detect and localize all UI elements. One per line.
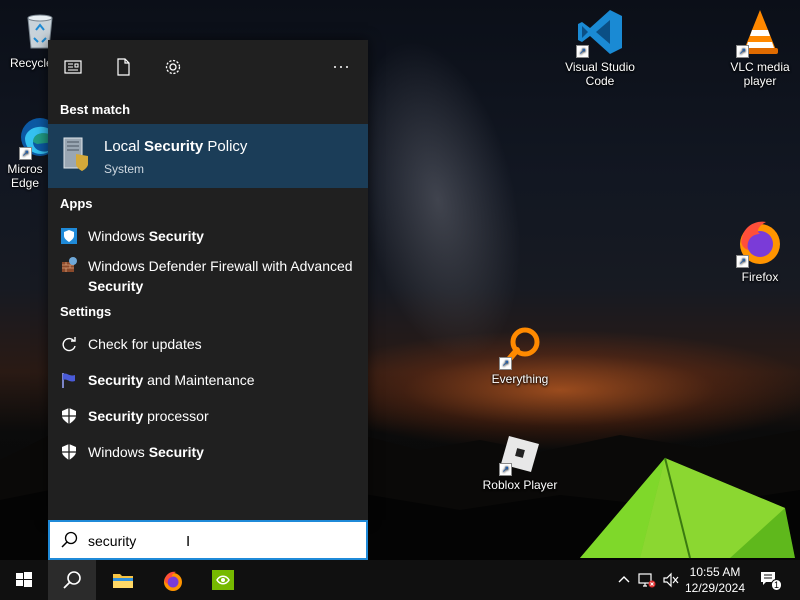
refresh-icon xyxy=(60,335,78,353)
desktop-icon-vlc[interactable]: ↗ VLC media player xyxy=(720,8,800,88)
shield-icon xyxy=(60,443,78,461)
roblox-icon: ↗ xyxy=(499,432,541,476)
gear-icon[interactable] xyxy=(164,58,184,78)
shortcut-arrow-icon: ↗ xyxy=(499,357,512,370)
desktop-icon-firefox[interactable]: ↗ Firefox xyxy=(720,218,800,284)
desktop-icon-roblox[interactable]: ↗ Roblox Player xyxy=(480,432,560,492)
shortcut-arrow-icon: ↗ xyxy=(736,255,749,268)
shield-icon xyxy=(60,227,78,245)
setting-result-security-and-maintenance[interactable]: Security and Maintenance xyxy=(48,362,368,398)
result-label: Windows Security xyxy=(88,228,204,244)
nvidia-taskbar-button[interactable] xyxy=(198,560,246,600)
everything-search-icon: ↗ xyxy=(499,326,541,370)
setting-result-check-for-updates[interactable]: Check for updates xyxy=(48,326,368,362)
file-explorer-button[interactable] xyxy=(98,560,146,600)
vscode-icon: ↗ xyxy=(576,8,624,58)
notification-icon[interactable]: 1 xyxy=(760,571,783,591)
desktop-icon-label: Micros Edge xyxy=(7,162,43,190)
firefox-taskbar-button[interactable] xyxy=(148,560,196,600)
desktop-icon-label: VLC media player xyxy=(730,60,790,88)
firefox-icon: ↗ xyxy=(736,218,784,268)
network-icon[interactable] xyxy=(638,572,656,588)
desktop-icon-label: Firefox xyxy=(741,270,779,284)
search-input[interactable] xyxy=(88,530,308,552)
search-icon xyxy=(60,531,78,549)
setting-result-windows-security[interactable]: Windows Security xyxy=(48,434,368,470)
settings-header: Settings xyxy=(60,304,112,319)
setting-result-security-processor[interactable]: Security processor xyxy=(48,398,368,434)
desktop-icon-everything[interactable]: ↗ Everything xyxy=(480,326,560,386)
nvidia-icon xyxy=(212,570,234,590)
shortcut-arrow-icon: ↗ xyxy=(19,147,32,160)
best-match-subtitle: System xyxy=(104,162,145,176)
search-results-panel: Best match Local Security Policy System … xyxy=(48,40,368,520)
best-match-local-security-policy[interactable]: Local Security Policy System xyxy=(48,124,368,188)
search-box[interactable]: I xyxy=(48,520,368,560)
result-label: Security processor xyxy=(88,408,209,424)
apps-header: Apps xyxy=(60,196,93,211)
desktop-icon-label: Everything xyxy=(491,372,549,386)
shortcut-arrow-icon: ↗ xyxy=(736,45,749,58)
search-icon xyxy=(63,571,81,589)
vlc-icon: ↗ xyxy=(736,8,784,58)
result-label: Windows Defender Firewall with Advanced … xyxy=(88,258,353,294)
start-button[interactable] xyxy=(0,560,48,600)
shortcut-arrow-icon: ↗ xyxy=(576,45,589,58)
clock-date: 12/29/2024 xyxy=(684,581,746,595)
app-result-windows-security[interactable]: Windows Security xyxy=(48,218,368,254)
clock-time: 10:55 AM xyxy=(689,565,741,579)
notification-count: 1 xyxy=(771,579,783,591)
firewall-icon xyxy=(60,256,78,274)
file-explorer-icon xyxy=(113,574,133,588)
best-match-header: Best match xyxy=(60,102,131,117)
volume-muted-icon[interactable] xyxy=(662,572,679,588)
result-label: Check for updates xyxy=(88,336,202,352)
shield-icon xyxy=(60,407,78,425)
search-panel-toolbar xyxy=(48,40,368,96)
firefox-icon xyxy=(164,571,182,591)
taskbar: 10:55 AM 12/29/2024 1 xyxy=(0,560,800,600)
best-match-title: Local Security Policy xyxy=(104,138,248,155)
text-cursor-icon: I xyxy=(186,533,191,550)
shortcut-arrow-icon: ↗ xyxy=(499,463,512,476)
result-label: Windows Security xyxy=(88,444,204,460)
desktop-icon-vscode[interactable]: ↗ Visual Studio Code xyxy=(560,8,640,88)
news-icon[interactable] xyxy=(64,58,84,78)
search-taskbar-button[interactable] xyxy=(48,560,96,600)
document-icon[interactable] xyxy=(114,58,134,78)
desktop-icon-label: Visual Studio Code xyxy=(565,60,635,88)
more-icon[interactable] xyxy=(332,58,352,78)
app-result-defender-firewall[interactable]: Windows Defender Firewall with Advanced … xyxy=(48,254,368,298)
flag-icon xyxy=(60,371,78,389)
system-clock[interactable]: 10:55 AM 12/29/2024 xyxy=(682,564,748,596)
windows-start-icon xyxy=(16,572,32,587)
result-label: Security and Maintenance xyxy=(88,372,255,388)
security-policy-icon xyxy=(62,136,90,172)
desktop-icon-label: Roblox Player xyxy=(482,478,558,492)
chevron-up-icon[interactable] xyxy=(616,572,632,588)
glowing-tent xyxy=(580,457,795,559)
